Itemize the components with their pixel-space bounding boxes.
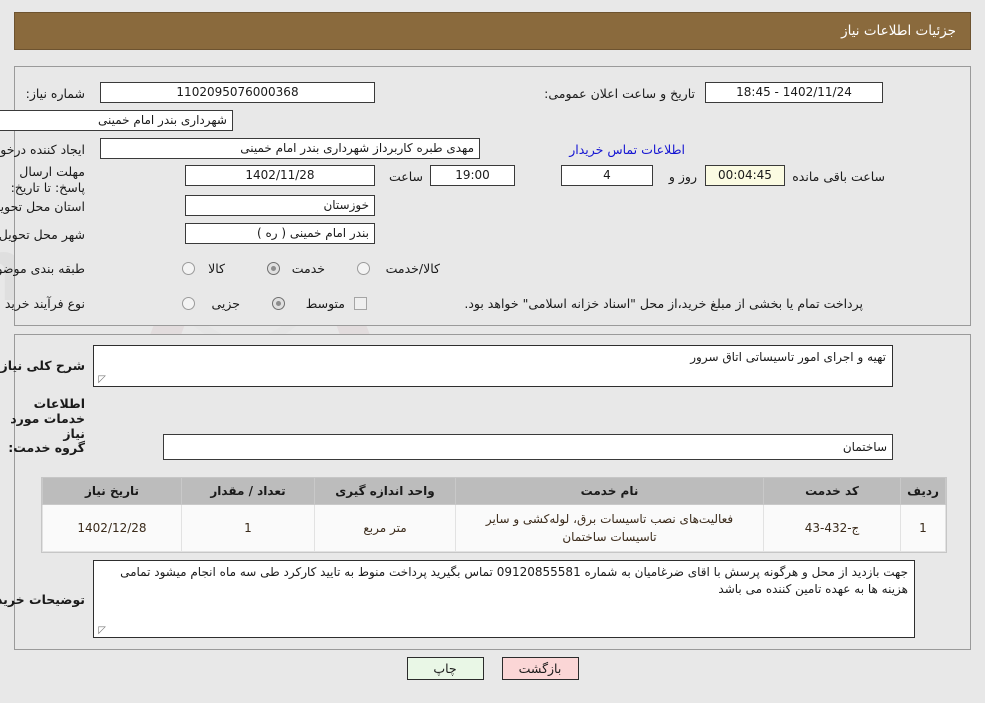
page-title: جزئیات اطلاعات نیاز [841,23,956,39]
treasury-documents-checkbox[interactable] [354,297,367,310]
cell-name: فعالیت‌های نصب تاسیسات برق، لوله‌کشی و س… [455,504,764,552]
requester-label: ایجاد کننده درخواست: [0,142,85,157]
resize-grip-icon[interactable]: ◸ [96,375,106,385]
announce-value: 1402/11/24 - 18:45 [705,82,883,103]
cell-qty: 1 [181,504,315,552]
table-row: 1 ج-432-43 فعالیت‌های نصب تاسیسات برق، ل… [42,504,946,552]
service-group-label: گروه خدمت: [8,440,85,455]
radio-category-khedmat[interactable] [267,262,280,275]
cell-unit: متر مربع [314,504,456,552]
radio-process-jozii-label: جزیی [211,296,240,311]
deadline-date-value: 1402/11/28 [185,165,375,186]
deadline-hour-value: 19:00 [430,165,515,186]
days-remaining-value: 4 [561,165,653,186]
action-buttons: بازگشت چاپ [0,657,985,680]
service-group-value: ساختمان [163,434,893,460]
service-items-table: ردیف کد خدمت نام خدمت واحد اندازه گیری ت… [42,478,946,552]
announce-label: تاریخ و ساعت اعلان عمومی: [544,86,695,101]
print-button[interactable]: چاپ [406,657,484,680]
buyer-notes-value: جهت بازدید از محل و هرگونه پرسش با اقای … [120,565,908,596]
back-button[interactable]: بازگشت [501,657,579,680]
radio-process-motevaset-label: متوسط [305,296,345,311]
page-header: جزئیات اطلاعات نیاز [14,12,971,50]
services-section-title: اطلاعات خدمات مورد نیاز [10,396,85,441]
cell-code: ج-432-43 [763,504,901,552]
process-label: نوع فرآیند خرید : [0,296,85,311]
buyer-notes-textarea[interactable]: جهت بازدید از محل و هرگونه پرسش با اقای … [93,560,915,638]
province-value: خوزستان [185,195,375,216]
treasury-note-label: پرداخت تمام یا بخشی از مبلغ خرید،از محل … [464,296,863,311]
category-label: طبقه بندی موضوعی: [0,261,85,276]
requester-value: مهدی طبره کاربرداز شهرداری بندر امام خمی… [100,138,480,159]
page-root: AriaTender.net جزئیات اطلاعات نیاز شماره… [0,0,985,703]
city-label: شهر محل تحویل: [0,227,85,242]
general-desc-textarea[interactable]: تهیه و اجرای امور تاسیساتی اتاق سرور ◸ [93,345,893,387]
radio-process-jozii[interactable] [182,297,195,310]
cell-row: 1 [900,504,946,552]
th-unit: واحد اندازه گیری [314,478,456,505]
th-code: کد خدمت [763,478,901,505]
province-label: استان محل تحویل: [0,199,85,214]
buyer-org-value: شهرداری بندر امام خمینی [0,110,233,131]
radio-category-kala-khedmat-label: کالا/خدمت [385,261,440,276]
countdown-timer: 00:04:45 [705,165,785,186]
radio-category-kala-label: کالا [208,261,225,276]
service-items-table-wrapper: ردیف کد خدمت نام خدمت واحد اندازه گیری ت… [41,477,947,553]
deadline-label: مهلت ارسال پاسخ: تا تاریخ: [10,164,85,195]
radio-category-kala-khedmat[interactable] [357,262,370,275]
days-word-label: روز و [668,169,697,184]
radio-category-khedmat-label: خدمت [291,261,325,276]
deadline-hour-label: ساعت [388,169,423,184]
need-number-label: شماره نیاز: [25,86,85,101]
th-name: نام خدمت [455,478,764,505]
radio-category-kala[interactable] [182,262,195,275]
th-qty: تعداد / مقدار [181,478,315,505]
countdown-suffix-label: ساعت باقی مانده [792,169,885,184]
city-value: بندر امام خمینی ( ره ) [185,223,375,244]
radio-process-motevaset[interactable] [272,297,285,310]
resize-grip-icon-notes[interactable]: ◸ [96,626,106,636]
buyer-notes-label: توضیحات خریدار: [0,592,85,607]
cell-date: 1402/12/28 [42,504,182,552]
table-header-row: ردیف کد خدمت نام خدمت واحد اندازه گیری ت… [42,478,946,505]
th-date: تاریخ نیاز [42,478,182,505]
general-desc-value: تهیه و اجرای امور تاسیساتی اتاق سرور [690,350,886,364]
need-number-value: 1102095076000368 [100,82,375,103]
general-desc-label: شرح کلی نیاز: [0,358,85,373]
need-info-panel [14,66,971,326]
th-row: ردیف [900,478,946,505]
buyer-contact-link[interactable]: اطلاعات تماس خریدار [569,142,685,157]
